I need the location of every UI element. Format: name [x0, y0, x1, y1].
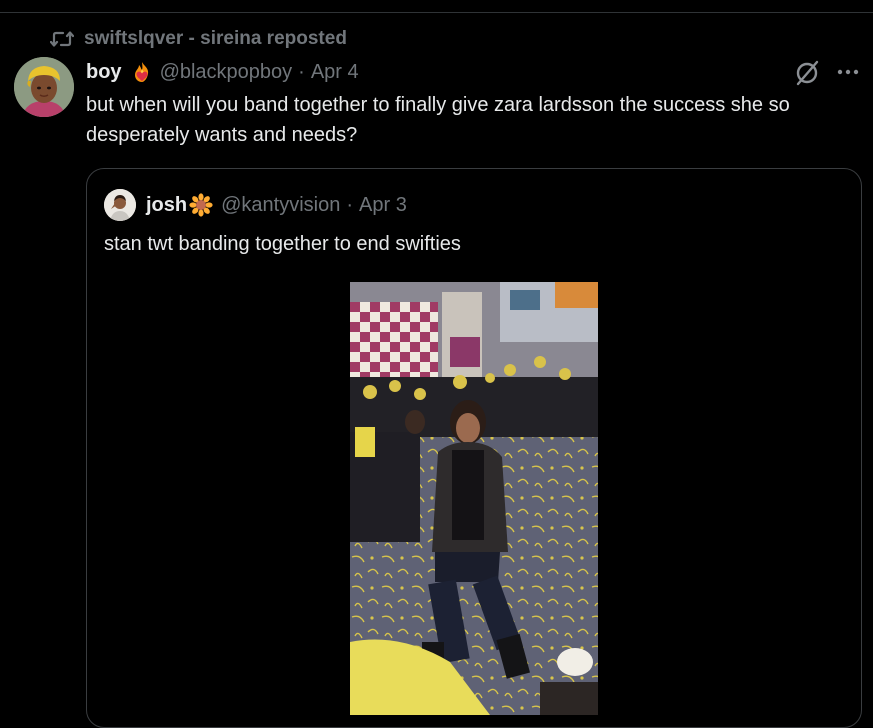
author-display-name[interactable]: boy	[86, 61, 122, 84]
author-handle[interactable]: @blackpopboy	[160, 61, 293, 84]
quoted-author-display-name[interactable]: josh	[146, 194, 187, 217]
quoted-post-text: stan twt banding together to end swiftie…	[104, 233, 461, 255]
repost-label: swiftslqver - sireina reposted	[84, 28, 347, 49]
author-avatar[interactable]	[14, 57, 74, 117]
post-header: boy @blackpopboy · Apr 4	[86, 58, 359, 86]
repost-icon	[50, 31, 74, 47]
sunflower-icon	[189, 193, 213, 217]
quoted-post-header: josh @kantyvision · Apr 3	[104, 189, 407, 221]
repost-indicator[interactable]: swiftslqver - sireina reposted	[50, 26, 347, 52]
heart-on-fire-icon	[130, 60, 154, 84]
quoted-separator-dot: ·	[346, 193, 354, 216]
video-thumbnail-image	[350, 282, 598, 715]
post-date[interactable]: Apr 4	[311, 61, 359, 84]
post-text: but when will you band together to final…	[86, 94, 790, 146]
quoted-post-video[interactable]	[350, 282, 598, 715]
more-options-icon[interactable]	[836, 62, 860, 87]
quoted-author-handle[interactable]: @kantyvision	[221, 194, 340, 217]
quoted-author-avatar[interactable]	[104, 189, 136, 221]
quoted-post-date[interactable]: Apr 3	[359, 194, 407, 217]
separator-dot: ·	[298, 60, 305, 83]
top-divider	[0, 12, 873, 13]
grok-icon[interactable]	[794, 60, 820, 91]
